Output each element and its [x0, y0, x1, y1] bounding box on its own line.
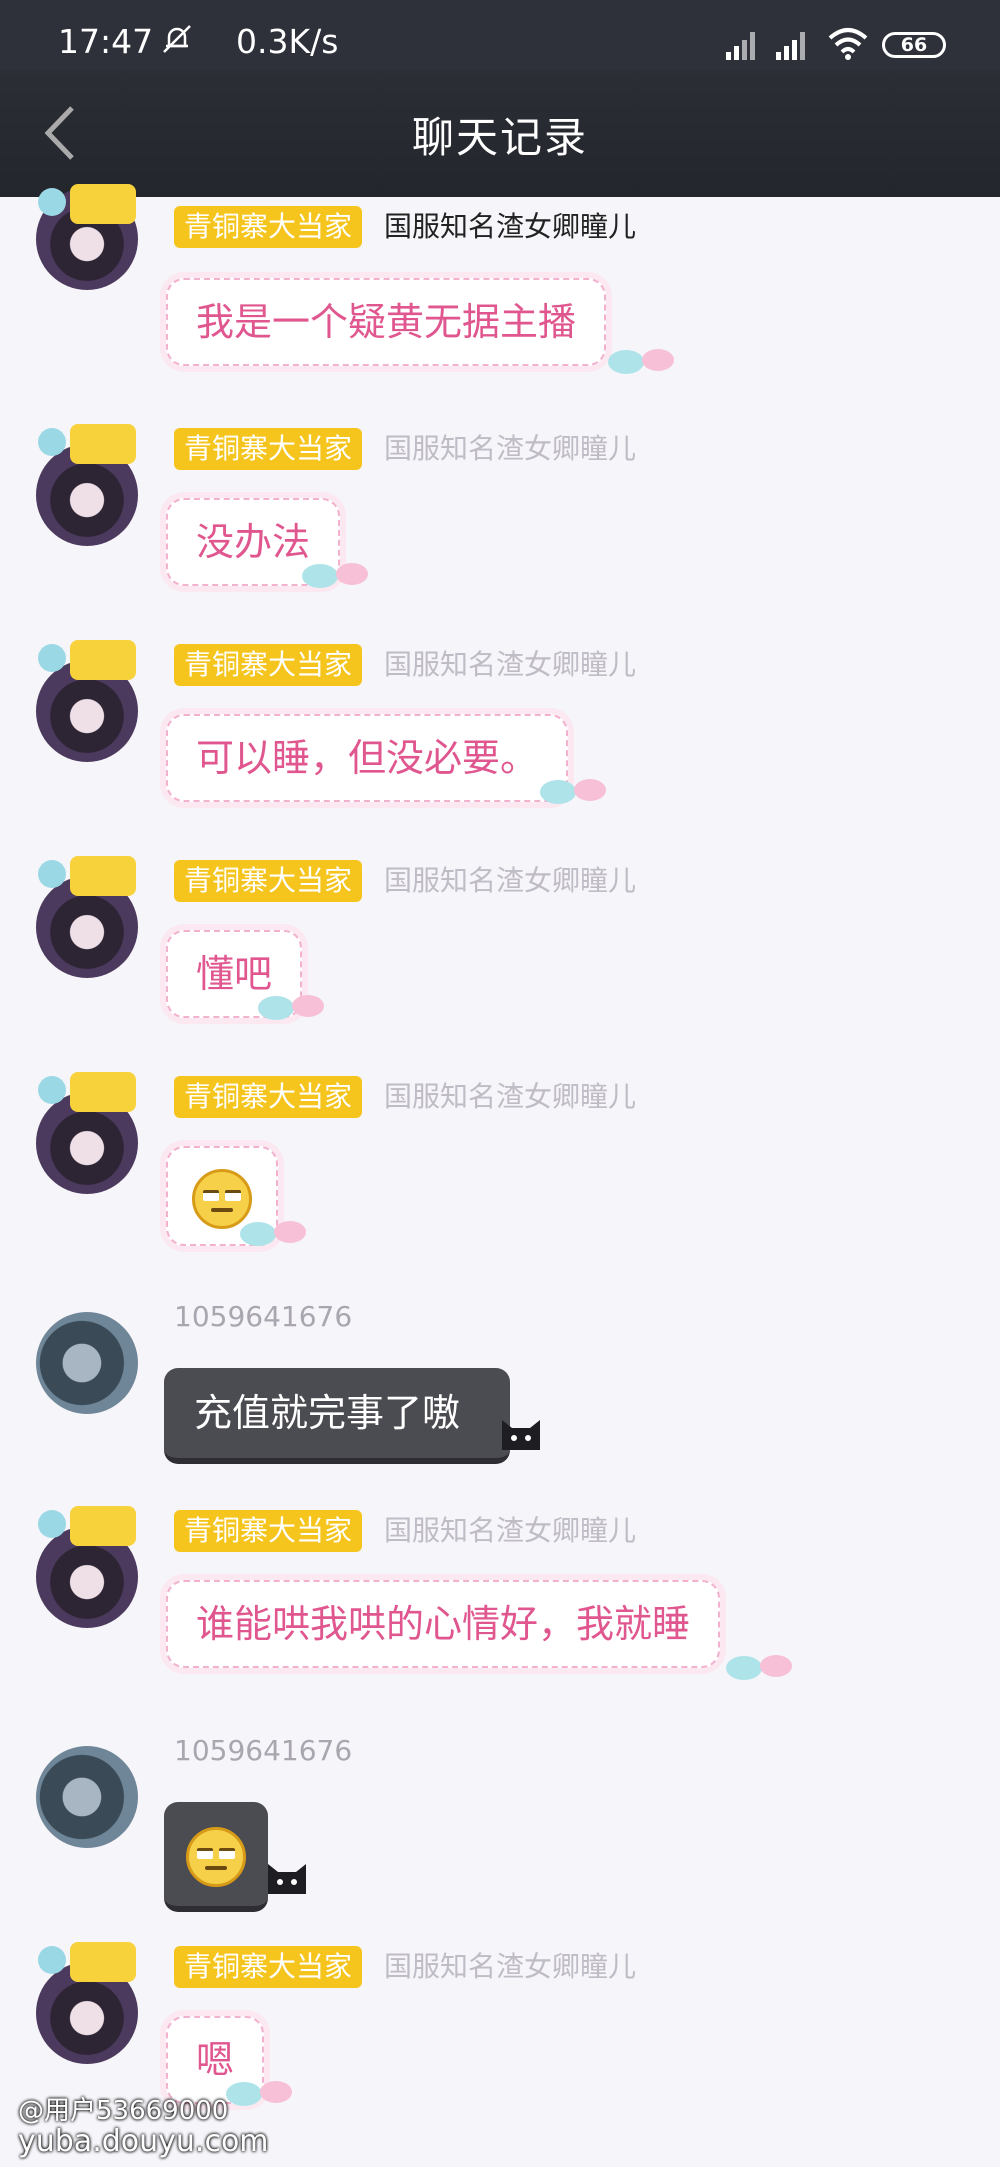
username[interactable]: 国服知名渣女卿瞳儿	[384, 1076, 636, 1118]
username[interactable]: 国服知名渣女卿瞳儿	[384, 644, 636, 686]
user-id[interactable]: 1059641676	[174, 1296, 352, 1338]
smirk-emoji-icon	[186, 1826, 246, 1887]
status-time: 17:47	[58, 22, 154, 61]
message-bubble	[164, 1802, 268, 1912]
teacup-icon	[726, 1655, 792, 1680]
moe-crown-icon	[38, 1506, 136, 1546]
teacup-icon	[240, 1221, 306, 1246]
moe-crown-icon	[38, 184, 136, 224]
wifi-icon	[828, 28, 868, 60]
avatar[interactable]	[36, 1312, 138, 1414]
signal-icon	[726, 32, 755, 60]
teacup-icon	[540, 779, 606, 804]
rank-badge: 青铜寨大当家	[174, 428, 363, 470]
message-bubble: 谁能哄我哄的心情好，我就睡	[166, 1580, 721, 1668]
moe-crown-icon	[38, 1942, 136, 1982]
user-id[interactable]: 1059641676	[174, 1730, 352, 1772]
status-net-speed: 0.3K/s	[236, 22, 339, 61]
rank-badge: 青铜寨大当家	[174, 644, 363, 686]
teacup-icon	[302, 563, 368, 588]
black-cat-icon	[268, 1864, 306, 1894]
message-bubble: 可以睡，但没必要。	[166, 714, 569, 802]
signal-icon	[776, 32, 805, 60]
username[interactable]: 国服知名渣女卿瞳儿	[384, 206, 636, 248]
moe-crown-icon	[38, 640, 136, 680]
message-bubble: 充值就完事了嗷	[164, 1368, 511, 1464]
teacup-icon	[226, 2081, 292, 2106]
rank-badge: 青铜寨大当家	[174, 1076, 363, 1118]
username[interactable]: 国服知名渣女卿瞳儿	[384, 428, 636, 470]
nav-bar: 聊天记录	[0, 70, 1000, 197]
watermark-site: yuba.douyu.com	[18, 2124, 269, 2159]
black-cat-icon	[502, 1420, 540, 1450]
rank-badge: 青铜寨大当家	[174, 1946, 363, 1988]
rank-badge: 青铜寨大当家	[174, 860, 363, 902]
username[interactable]: 国服知名渣女卿瞳儿	[384, 1946, 636, 1988]
watermark-user: @用户53669000	[18, 2096, 229, 2126]
rank-badge: 青铜寨大当家	[174, 1510, 363, 1552]
teacup-icon	[258, 995, 324, 1020]
teacup-icon	[608, 349, 674, 374]
mute-bell-icon	[163, 25, 191, 53]
moe-crown-icon	[38, 424, 136, 464]
rank-badge: 青铜寨大当家	[174, 206, 363, 248]
moe-crown-icon	[38, 856, 136, 896]
moe-crown-icon	[38, 1072, 136, 1112]
message-bubble: 我是一个疑黄无据主播	[166, 278, 607, 366]
status-bar: 17:47 0.3K/s 66	[0, 0, 1000, 70]
username[interactable]: 国服知名渣女卿瞳儿	[384, 860, 636, 902]
avatar[interactable]	[36, 1746, 138, 1848]
battery-icon: 66	[882, 32, 946, 58]
username[interactable]: 国服知名渣女卿瞳儿	[384, 1510, 636, 1552]
page-title: 聊天记录	[411, 113, 588, 162]
